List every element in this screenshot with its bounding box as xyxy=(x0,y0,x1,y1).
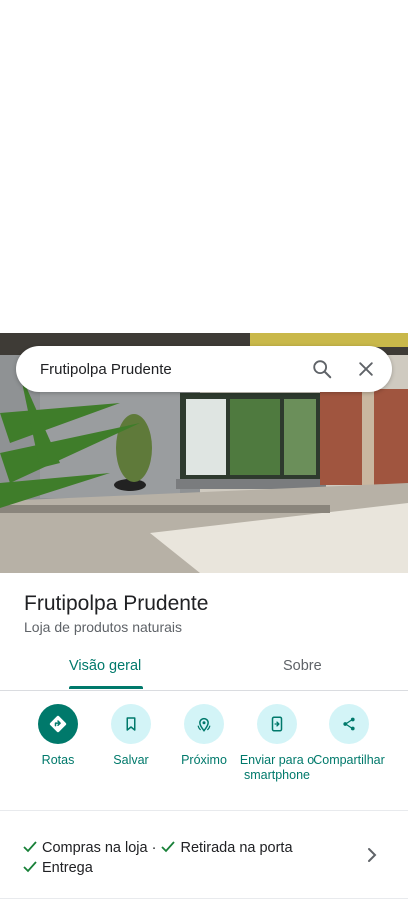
action-row: Rotas Salvar Próximo Enviar para o smart… xyxy=(0,704,408,808)
service-separator: · xyxy=(151,840,157,856)
directions-button[interactable]: Rotas xyxy=(18,704,98,768)
close-icon[interactable] xyxy=(348,351,384,387)
check-icon xyxy=(161,841,176,853)
send-to-phone-label: Enviar para o smartphone xyxy=(239,753,315,782)
search-query-text[interactable]: Frutipolpa Prudente xyxy=(16,361,304,378)
share-icon xyxy=(329,704,369,744)
tab-overview[interactable]: Visão geral xyxy=(69,658,141,674)
bookmark-icon xyxy=(111,704,151,744)
nearby-icon xyxy=(184,704,224,744)
share-button[interactable]: Compartilhar xyxy=(310,704,388,768)
nearby-label: Próximo xyxy=(181,753,227,767)
send-to-phone-icon xyxy=(257,704,297,744)
nearby-button[interactable]: Próximo xyxy=(164,704,244,768)
place-title: Frutipolpa Prudente xyxy=(24,592,209,615)
send-to-phone-button[interactable]: Enviar para o smartphone xyxy=(236,704,318,783)
service-item: Entrega xyxy=(22,860,93,876)
share-label: Compartilhar xyxy=(313,753,385,767)
section-divider xyxy=(0,898,408,899)
save-label: Salvar xyxy=(113,753,149,767)
place-category: Loja de produtos naturais xyxy=(24,619,182,635)
search-icon[interactable] xyxy=(304,351,340,387)
service-options[interactable]: Compras na loja · Retirada na porta Entr… xyxy=(22,838,362,878)
save-button[interactable]: Salvar xyxy=(91,704,171,768)
tab-about[interactable]: Sobre xyxy=(283,658,322,674)
section-divider xyxy=(0,810,408,811)
active-tab-indicator xyxy=(69,686,143,689)
directions-label: Rotas xyxy=(41,753,75,767)
check-icon xyxy=(23,841,37,853)
tab-bar: Visão geral Sobre xyxy=(0,648,408,691)
check-icon xyxy=(23,861,37,873)
service-item: Compras na loja xyxy=(22,840,152,856)
chevron-right-icon[interactable] xyxy=(362,845,382,865)
search-bar[interactable]: Frutipolpa Prudente xyxy=(16,346,392,392)
directions-icon xyxy=(38,704,78,744)
service-item: Retirada na porta xyxy=(160,840,293,856)
